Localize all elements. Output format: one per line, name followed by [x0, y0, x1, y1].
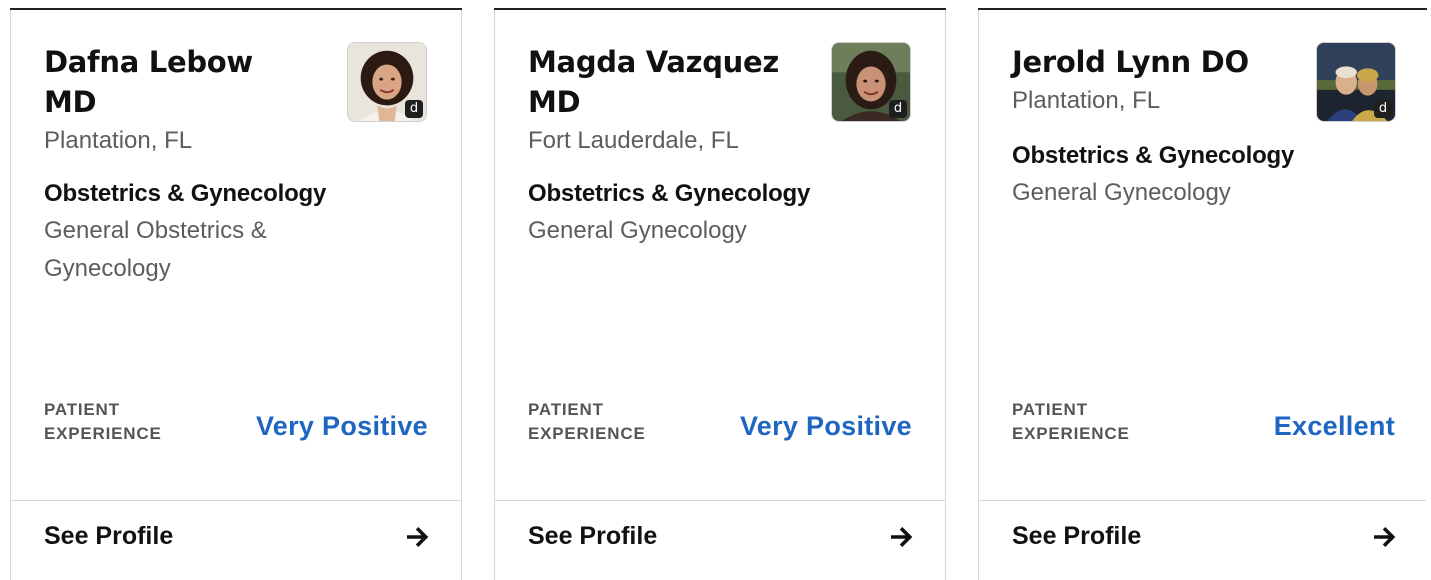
patient-experience-rating: Excellent [1273, 411, 1395, 441]
see-profile-label[interactable]: See Profile [1012, 521, 1141, 551]
doximity-badge-icon: d [1374, 100, 1392, 118]
see-profile-label[interactable]: See Profile [528, 521, 657, 551]
doctor-specialty: Obstetrics & Gynecology [1012, 142, 1295, 169]
patient-experience-rating: Very Positive [255, 411, 428, 441]
see-profile-link[interactable]: See Profile [979, 501, 1426, 580]
patient-experience-label: PATIENT EXPERIENCE [44, 400, 162, 443]
doximity-badge-icon: d [889, 100, 907, 118]
doctor-avatar[interactable]: d [347, 42, 427, 122]
doctor-name[interactable]: Jerold Lynn DO [1012, 42, 1282, 82]
patient-experience-label: PATIENT EXPERIENCE [528, 400, 646, 443]
see-profile-link[interactable]: See Profile [495, 501, 945, 580]
doctor-subspecialty: General Obstetrics & Gynecology [44, 217, 267, 282]
doctor-card[interactable]: Magda Vazquez MD Fort Lauderdale, FL d O… [494, 8, 946, 580]
doctor-location: Fort Lauderdale, FL [528, 127, 739, 154]
arrow-right-icon[interactable] [889, 525, 913, 549]
patient-experience-rating: Very Positive [739, 411, 912, 441]
arrow-right-icon[interactable] [1372, 525, 1396, 549]
arrow-right-icon[interactable] [405, 525, 429, 549]
doctor-location: Plantation, FL [44, 127, 193, 154]
doctor-location: Plantation, FL [1012, 87, 1161, 114]
doctor-card[interactable]: Jerold Lynn DO Plantation, FL d Obstetri… [978, 8, 1427, 580]
doctor-name[interactable]: Magda Vazquez MD [528, 42, 798, 122]
see-profile-label[interactable]: See Profile [44, 521, 173, 551]
see-profile-link[interactable]: See Profile [11, 501, 461, 580]
doctor-avatar[interactable]: d [831, 42, 911, 122]
doctor-name[interactable]: Dafna Lebow MD [44, 42, 314, 122]
doctor-specialty: Obstetrics & Gynecology [44, 180, 327, 207]
doctor-card[interactable]: Dafna Lebow MD Plantation, FL d Obstetri… [10, 8, 462, 580]
doximity-badge-icon: d [405, 100, 423, 118]
patient-experience-label: PATIENT EXPERIENCE [1012, 400, 1130, 443]
doctor-subspecialty: General Gynecology [1012, 179, 1231, 206]
doctor-subspecialty: General Gynecology [528, 217, 747, 244]
doctor-avatar[interactable]: d [1316, 42, 1396, 122]
doctor-specialty: Obstetrics & Gynecology [528, 180, 811, 207]
